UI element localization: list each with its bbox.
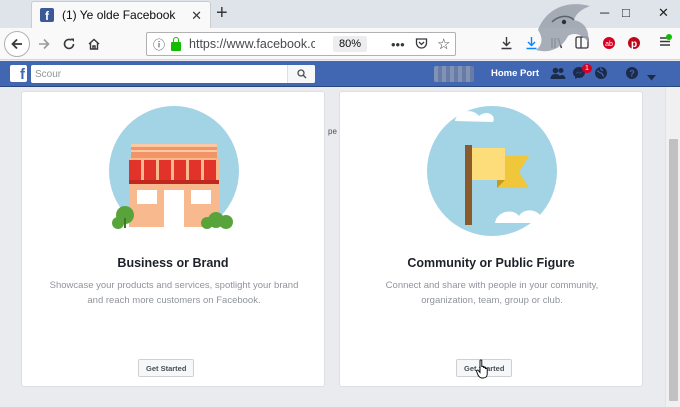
svg-text:?: ? bbox=[629, 69, 635, 79]
messenger-badge: 1 bbox=[582, 64, 592, 73]
maximize-button[interactable]: □ bbox=[622, 5, 630, 20]
business-card-description: Showcase your products and services, spo… bbox=[49, 280, 299, 306]
facebook-favicon-icon: f bbox=[40, 8, 54, 22]
bookmark-star-icon[interactable]: ☆ bbox=[437, 35, 450, 53]
storefront-illustration-icon bbox=[109, 106, 239, 236]
pinterest-icon[interactable]: p bbox=[627, 36, 641, 53]
business-brand-card[interactable]: Business or Brand Showcase your products… bbox=[21, 91, 325, 387]
reload-button[interactable] bbox=[57, 32, 81, 56]
lock-icon[interactable] bbox=[171, 36, 182, 51]
search-input[interactable] bbox=[31, 66, 287, 82]
scrollbar-thumb[interactable] bbox=[669, 139, 678, 401]
business-get-started-button[interactable]: Get Started bbox=[138, 359, 195, 377]
community-card-description: Connect and share with people in your co… bbox=[385, 280, 599, 306]
url-text[interactable]: https://www.facebook.com bbox=[189, 37, 315, 51]
save-to-pocket-icon[interactable] bbox=[500, 36, 513, 53]
svg-text:p: p bbox=[631, 39, 637, 50]
forward-arrow-icon bbox=[39, 38, 50, 50]
friend-requests-icon[interactable] bbox=[550, 66, 566, 83]
minimize-button[interactable]: ─ bbox=[600, 5, 609, 20]
back-arrow-icon bbox=[11, 38, 22, 50]
forward-button[interactable] bbox=[32, 32, 56, 56]
new-tab-button[interactable]: + bbox=[216, 3, 228, 23]
home-port-link[interactable]: Home Port bbox=[491, 68, 539, 79]
profile-avatar[interactable] bbox=[434, 66, 474, 82]
search-box bbox=[31, 65, 315, 83]
hand-pointer-cursor-icon bbox=[476, 359, 488, 379]
facebook-logo-icon[interactable]: f bbox=[10, 65, 27, 82]
firefox-mascot-icon bbox=[536, 4, 590, 52]
page-scrollbar[interactable] bbox=[665, 87, 680, 407]
info-icon[interactable]: ⓘ bbox=[153, 36, 165, 53]
page-content: Business or Brand Showcase your products… bbox=[0, 87, 665, 407]
flag-illustration-icon bbox=[427, 106, 557, 236]
business-card-title: Business or Brand bbox=[117, 256, 229, 270]
stray-text: pe bbox=[328, 127, 337, 136]
home-button[interactable] bbox=[82, 32, 106, 56]
zoom-indicator[interactable]: 80% bbox=[333, 36, 368, 52]
browser-tab[interactable]: f (1) Ye olde Facebook ✕ bbox=[32, 2, 210, 28]
notifications-globe-icon[interactable] bbox=[594, 66, 608, 83]
pocket-icon[interactable] bbox=[415, 37, 428, 53]
account-menu-chevron-down-icon[interactable] bbox=[647, 69, 656, 84]
extension-icon[interactable]: ab bbox=[602, 36, 616, 53]
community-public-figure-card[interactable]: Community or Public Figure Connect and s… bbox=[339, 91, 643, 387]
facebook-header: f Home Port 1 ? bbox=[0, 61, 680, 87]
svg-text:ab: ab bbox=[605, 41, 613, 48]
home-icon bbox=[88, 38, 100, 50]
page-actions-icon[interactable]: ••• bbox=[391, 37, 405, 52]
menu-icon[interactable] bbox=[658, 34, 672, 51]
search-button[interactable] bbox=[287, 65, 315, 83]
tab-title: (1) Ye olde Facebook bbox=[62, 8, 176, 22]
back-button[interactable] bbox=[4, 31, 30, 57]
address-bar[interactable]: ⓘ https://www.facebook.com 80% ••• ☆ bbox=[146, 32, 456, 56]
community-card-title: Community or Public Figure bbox=[407, 256, 575, 270]
reload-icon bbox=[63, 38, 75, 50]
tab-close-icon[interactable]: ✕ bbox=[191, 8, 202, 24]
help-icon[interactable]: ? bbox=[625, 66, 639, 83]
close-window-button[interactable]: ✕ bbox=[658, 5, 669, 21]
search-icon bbox=[296, 69, 306, 79]
